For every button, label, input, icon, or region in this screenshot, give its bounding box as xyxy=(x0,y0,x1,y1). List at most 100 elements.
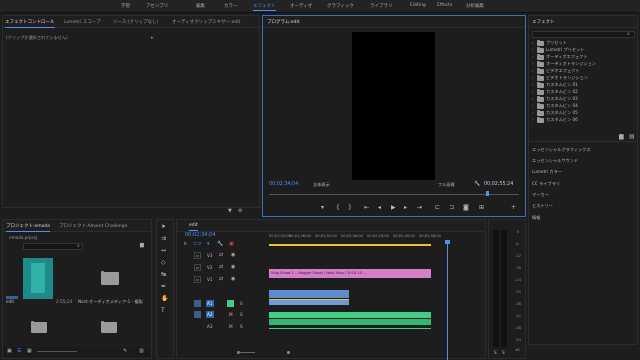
effects-folder[interactable]: › オーディオエフェクト xyxy=(532,53,632,60)
delete-icon[interactable]: ▤ xyxy=(629,133,635,140)
playback-scrubber[interactable] xyxy=(269,194,519,197)
wrench-small-icon[interactable]: ⚙ xyxy=(238,208,242,214)
sync-lock-icon[interactable]: ⇄ xyxy=(219,264,223,270)
effects-folder[interactable]: › カスタムビン 06 xyxy=(532,116,632,123)
section-history[interactable]: ヒストリー xyxy=(532,203,553,209)
hand-tool-icon[interactable]: ✋ xyxy=(161,296,168,302)
mute-button[interactable] xyxy=(227,300,234,307)
project-search-input[interactable] xyxy=(23,243,83,250)
tab-audio-clip-mixer[interactable]: オーディオクリップミキサー:edit xyxy=(172,19,240,25)
folder-icon[interactable] xyxy=(31,320,47,333)
new-bin-icon[interactable]: ▆ xyxy=(140,242,144,248)
go-to-out-icon[interactable]: ⇥ xyxy=(417,205,422,211)
workspace-assembly[interactable]: アセンブリ xyxy=(146,3,168,9)
effects-folder[interactable]: › カスタムビン 05 xyxy=(532,109,632,116)
tab-lumetri-scopes[interactable]: Lumetri スコープ xyxy=(64,19,100,25)
tab-source[interactable]: ソース:(クリップなし) xyxy=(113,19,158,25)
video-clip-blue[interactable] xyxy=(269,299,349,305)
step-back-icon[interactable]: ◂ xyxy=(378,205,381,211)
step-forward-icon[interactable]: ▸ xyxy=(404,205,407,211)
eye-icon[interactable]: ◉ xyxy=(231,252,235,258)
solo-button[interactable]: S xyxy=(240,324,243,329)
mute-button[interactable]: M xyxy=(229,312,233,317)
section-markers[interactable]: マーカー xyxy=(532,192,549,198)
folder-icon[interactable] xyxy=(101,270,119,285)
snap-icon[interactable]: ⋔ xyxy=(183,241,187,247)
section-essential-sound[interactable]: エッセンシャルサウンド xyxy=(532,158,578,164)
ripple-edit-icon[interactable]: ↔ xyxy=(161,248,166,254)
zoom-slider[interactable] xyxy=(37,351,77,352)
timeline-scrollbar[interactable] xyxy=(193,350,483,355)
section-essential-graphics[interactable]: エッセンシャルグラフィックス xyxy=(532,147,590,153)
video-frame[interactable] xyxy=(352,32,435,180)
source-patch-a2[interactable] xyxy=(194,311,201,318)
folder-icon[interactable] xyxy=(101,320,117,333)
workspace-graphics[interactable]: グラフィック xyxy=(327,3,354,9)
icon-view-icon[interactable]: ▦ xyxy=(27,348,32,354)
tab-sequence[interactable]: edit xyxy=(189,223,198,231)
track-label-a3[interactable]: A3 xyxy=(207,324,213,329)
settings-icon[interactable]: 🔧 xyxy=(217,241,223,247)
track-label-v3[interactable]: V3 xyxy=(207,253,213,258)
pen-tool-icon[interactable]: ✒ xyxy=(161,284,166,290)
time-ruler[interactable]: 00;01;20;00 00;01;36;00 00;01;52;00 00;0… xyxy=(269,233,487,243)
workspace-editing[interactable]: Editing xyxy=(410,3,426,8)
audio-clip-waveform[interactable] xyxy=(269,328,431,329)
tab-project-emoda[interactable]: プロジェクト:emoda xyxy=(6,223,51,232)
add-marker-icon[interactable]: ▾ xyxy=(207,241,210,247)
filter-icon[interactable]: ▼ xyxy=(228,208,232,214)
timeline-timecode[interactable]: 00;02;34;04 xyxy=(185,232,216,238)
marker-icon[interactable]: ▾ xyxy=(321,205,324,211)
new-item-icon[interactable]: ✎ xyxy=(123,348,127,354)
track-lock-icon[interactable]: ▭ xyxy=(194,276,201,283)
panel-arrow-icon[interactable]: ▸ xyxy=(151,35,154,41)
track-lock-icon[interactable]: ▭ xyxy=(194,252,201,259)
video-clip[interactable]: Vlog Shoot 1 - Vlogger Shoot / Nest Vlog… xyxy=(269,269,431,278)
tab-program[interactable]: プログラム:edit xyxy=(267,19,300,25)
playhead-marker[interactable] xyxy=(486,191,489,196)
quality-dropdown[interactable]: フル画質 xyxy=(438,182,455,188)
effects-search-input[interactable] xyxy=(532,31,635,38)
camera-icon[interactable]: ◙ xyxy=(463,205,469,211)
lock-icon[interactable]: ▣ xyxy=(7,348,12,354)
eye-icon[interactable]: ◉ xyxy=(231,276,235,282)
workspace-effects[interactable]: エフェクト xyxy=(253,3,276,11)
sync-lock-icon[interactable]: ⇄ xyxy=(219,252,223,258)
extract-icon[interactable]: ⊐ xyxy=(449,205,454,211)
effects-folder[interactable]: › カスタムビン 01 xyxy=(532,81,632,88)
mark-in-icon[interactable]: { xyxy=(336,205,340,211)
workspace-analysis[interactable]: 分析編集 xyxy=(466,3,484,9)
section-lumetri-color[interactable]: Lumetri カラー xyxy=(532,169,562,175)
effects-folder[interactable]: › オーディオトランジション xyxy=(532,60,632,67)
solo-button[interactable]: S xyxy=(240,312,243,317)
section-cc-libraries[interactable]: CC ライブラリ xyxy=(532,181,560,187)
linked-select-icon[interactable]: ⊂⊃ xyxy=(193,241,201,247)
new-bin-icon[interactable]: ▆ xyxy=(619,133,624,140)
caption-icon[interactable]: ▣ xyxy=(229,241,234,247)
sync-lock-icon[interactable]: ⇄ xyxy=(219,276,223,282)
track-lock-icon[interactable]: ▭ xyxy=(194,264,201,271)
tab-effect-controls[interactable]: エフェクトコントロール xyxy=(5,19,55,28)
track-label-v2[interactable]: V2 xyxy=(207,265,213,270)
effects-folder[interactable]: › ビデオトランジション xyxy=(532,74,632,81)
solo-right-button[interactable]: S xyxy=(502,350,505,355)
track-target-a2[interactable]: A2 xyxy=(206,311,214,318)
workspace-effects-en[interactable]: Effects xyxy=(437,3,452,8)
audio-clip[interactable] xyxy=(269,312,431,318)
track-select-icon[interactable]: ⇉ xyxy=(161,236,166,242)
mute-button[interactable]: M xyxy=(229,324,233,329)
effects-folder[interactable]: › カスタムビン 02 xyxy=(532,88,632,95)
workspace-libraries[interactable]: ライブラリ xyxy=(370,3,393,9)
comparison-view-icon[interactable]: ⊞ xyxy=(479,205,484,211)
playhead[interactable] xyxy=(445,240,450,244)
effects-folder[interactable]: › カスタムビン 04 xyxy=(532,102,632,109)
source-patch-a1[interactable] xyxy=(194,300,201,307)
effects-folder[interactable]: › カスタムビン 03 xyxy=(532,95,632,102)
media-thumbnail[interactable] xyxy=(23,258,53,299)
selection-tool-icon[interactable]: ➤ xyxy=(161,224,166,230)
effects-folder[interactable]: › ビデオエフェクト xyxy=(532,67,632,74)
project-item-name[interactable]: edit xyxy=(6,299,14,304)
workspace-audio[interactable]: オーディオ xyxy=(290,3,312,9)
track-label-v1[interactable]: V1 xyxy=(207,277,213,282)
add-button-icon[interactable]: + xyxy=(511,205,516,211)
